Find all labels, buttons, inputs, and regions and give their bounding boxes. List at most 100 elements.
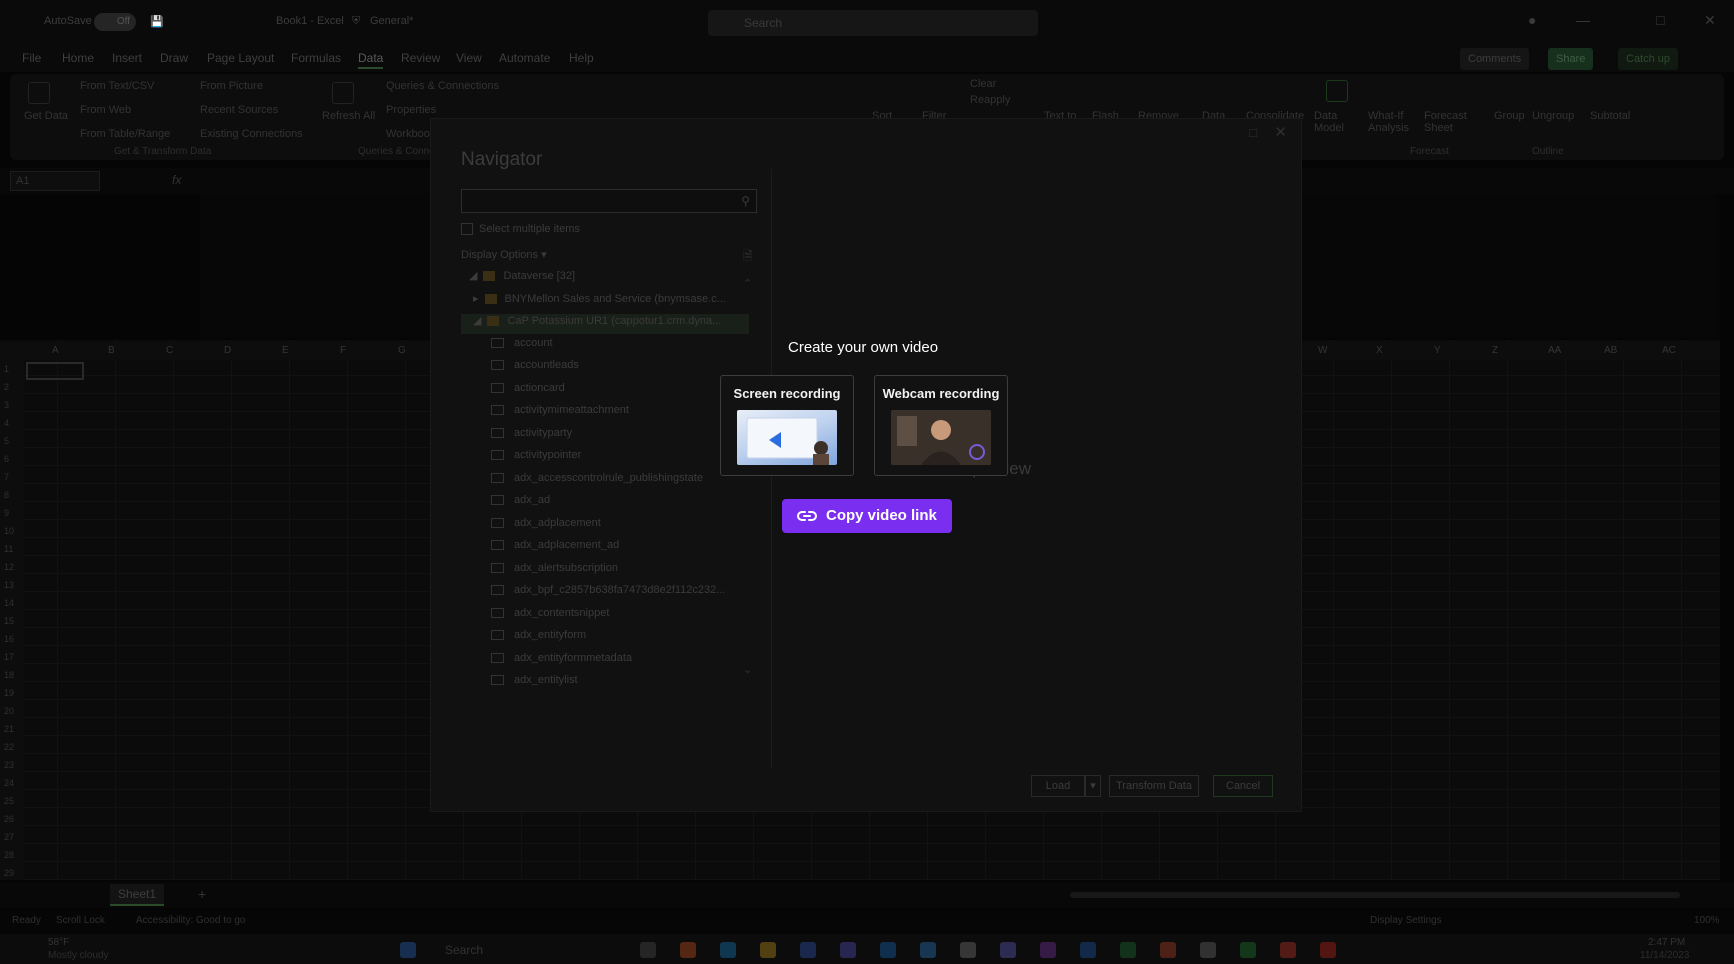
row-header[interactable]: 1 (4, 364, 9, 374)
row-header[interactable]: 16 (4, 634, 14, 644)
row-header[interactable]: 24 (4, 778, 14, 788)
row-header[interactable]: 10 (4, 526, 14, 536)
reapply-button[interactable]: Reapply (970, 94, 1010, 106)
display-settings-button[interactable]: Display Settings (1370, 915, 1442, 926)
row-header[interactable]: 28 (4, 850, 14, 860)
tab-formulas[interactable]: Formulas (291, 51, 341, 65)
tab-draw[interactable]: Draw (160, 51, 188, 65)
row-header[interactable]: 21 (4, 724, 14, 734)
row-header[interactable]: 12 (4, 562, 14, 572)
row-header[interactable]: 3 (4, 400, 9, 410)
maximize-icon[interactable]: □ (1249, 125, 1257, 140)
row-header[interactable]: 19 (4, 688, 14, 698)
row-header[interactable]: 26 (4, 814, 14, 824)
avatar[interactable]: ● (1528, 12, 1536, 28)
column-header[interactable]: AB (1604, 345, 1617, 356)
autosave-toggle[interactable]: Off (94, 13, 136, 31)
column-header[interactable]: Z (1492, 345, 1498, 356)
tree-item-database[interactable]: ▸ BNYMellon Sales and Service (bnymsase.c… (461, 292, 749, 312)
tab-file[interactable]: File (22, 51, 41, 65)
powerpoint-icon[interactable] (1160, 942, 1176, 958)
column-header[interactable]: AA (1548, 345, 1561, 356)
scroll-up-icon[interactable]: ⌃ (743, 277, 752, 290)
taskbar-app-icon[interactable] (800, 942, 816, 958)
row-header[interactable]: 13 (4, 580, 14, 590)
tab-home[interactable]: Home (62, 51, 94, 65)
clear-button[interactable]: Clear (970, 78, 996, 90)
column-header[interactable]: X (1376, 345, 1383, 356)
tree-item-folder[interactable]: ◢ Dataverse [32] (461, 269, 749, 289)
column-header[interactable]: C (166, 345, 173, 356)
select-multiple-checkbox[interactable]: Select multiple items (461, 223, 580, 236)
what-if-button[interactable]: What-If Analysis (1368, 110, 1418, 134)
catch-up-button[interactable]: Catch up (1618, 48, 1679, 70)
column-header[interactable]: AC (1662, 345, 1676, 356)
data-model-button[interactable]: Data Model (1314, 110, 1358, 134)
get-data-button[interactable]: Get Data (24, 110, 68, 122)
search-box[interactable]: Search (708, 10, 1038, 36)
taskbar-app-icon[interactable] (960, 942, 976, 958)
from-text-csv-button[interactable]: From Text/CSV (80, 80, 154, 92)
tab-insert[interactable]: Insert (112, 51, 142, 65)
file-explorer-icon[interactable] (760, 942, 776, 958)
tree-item-table[interactable]: adx_adplacement_ad (461, 539, 749, 559)
row-header[interactable]: 17 (4, 652, 14, 662)
tree-item-table[interactable]: adx_entitylist (461, 674, 749, 694)
row-header[interactable]: 25 (4, 796, 14, 806)
refresh-all-button[interactable]: Refresh All (322, 110, 375, 122)
taskbar-app-icon[interactable] (640, 942, 656, 958)
expand-arrow-icon[interactable]: ◢ (473, 315, 481, 327)
windows-start-icon[interactable] (400, 942, 416, 958)
zoom-level[interactable]: 100% (1694, 915, 1720, 926)
chrome-icon[interactable] (1280, 942, 1296, 958)
tab-help[interactable]: Help (569, 51, 594, 65)
tree-item-table[interactable]: adx_alertsubscription (461, 562, 749, 582)
tree-item-table[interactable]: adx_bpf_c2857b638fa7473d8e2f112c232... (461, 584, 749, 604)
settings-icon[interactable] (1000, 942, 1016, 958)
copy-video-link-button[interactable]: Copy video link (782, 499, 952, 533)
row-header[interactable]: 29 (4, 868, 14, 878)
scroll-down-icon[interactable]: ⌄ (743, 663, 752, 676)
collapse-arrow-icon[interactable]: ▸ (473, 293, 479, 305)
horizontal-scrollbar[interactable] (1070, 892, 1680, 898)
taskbar-app-icon[interactable] (1200, 942, 1216, 958)
from-picture-button[interactable]: From Picture (200, 80, 263, 92)
tree-item-table[interactable]: adx_entityformmetadata (461, 652, 749, 672)
tab-review[interactable]: Review (401, 51, 440, 65)
taskbar-search[interactable]: Search (445, 943, 483, 957)
taskbar-app-icon[interactable] (680, 942, 696, 958)
column-header[interactable]: A (52, 345, 59, 356)
navigator-search-input[interactable]: ⚲ (461, 189, 757, 213)
from-web-button[interactable]: From Web (80, 104, 131, 116)
teams-icon[interactable] (840, 942, 856, 958)
close-icon[interactable]: ✕ (1274, 123, 1287, 141)
row-header[interactable]: 23 (4, 760, 14, 770)
transform-data-button[interactable]: Transform Data (1109, 775, 1199, 797)
row-header[interactable]: 4 (4, 418, 9, 428)
row-header[interactable]: 22 (4, 742, 14, 752)
cancel-button[interactable]: Cancel (1213, 775, 1273, 797)
row-header[interactable]: 15 (4, 616, 14, 626)
fx-icon[interactable]: fx (172, 173, 181, 187)
column-header[interactable]: E (282, 345, 289, 356)
expand-arrow-icon[interactable]: ◢ (469, 270, 477, 282)
row-header[interactable]: 27 (4, 832, 14, 842)
row-header[interactable]: 14 (4, 598, 14, 608)
checkbox-box[interactable] (461, 223, 473, 236)
tab-view[interactable]: View (456, 51, 482, 65)
column-header[interactable]: D (224, 345, 231, 356)
taskbar-app-icon[interactable] (920, 942, 936, 958)
column-header[interactable]: W (1318, 345, 1327, 356)
status-accessibility[interactable]: Accessibility: Good to go (136, 915, 246, 926)
word-icon[interactable] (1080, 942, 1096, 958)
close-icon[interactable]: ✕ (1704, 12, 1716, 29)
load-button[interactable]: Load (1031, 775, 1085, 797)
tab-page-layout[interactable]: Page Layout (207, 51, 274, 65)
tab-data[interactable]: Data (358, 51, 384, 69)
forecast-sheet-button[interactable]: Forecast Sheet (1424, 110, 1470, 134)
taskbar-app-icon[interactable] (1240, 942, 1256, 958)
row-header[interactable]: 11 (4, 544, 13, 554)
edge-icon[interactable] (720, 942, 736, 958)
save-icon[interactable]: 💾 (150, 15, 164, 28)
minimize-icon[interactable]: — (1576, 12, 1590, 28)
